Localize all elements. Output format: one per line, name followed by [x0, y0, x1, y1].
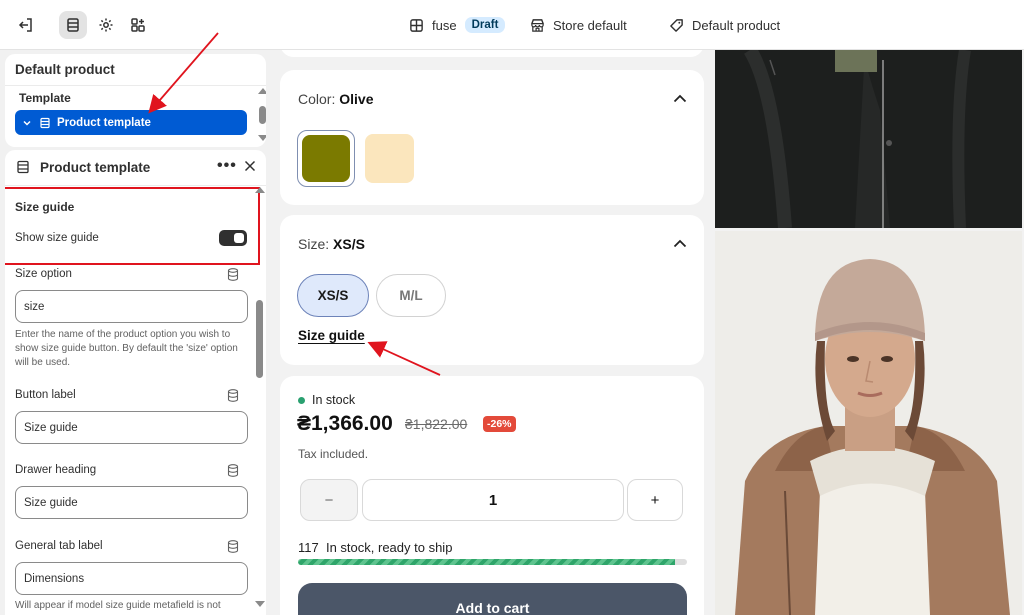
- size-guide-highlight-box: [5, 187, 260, 265]
- apps-button[interactable]: [124, 11, 152, 39]
- section-settings-panel: Product template ••• Size guide Show siz…: [5, 150, 266, 615]
- add-to-cart-button[interactable]: Add to cart: [298, 583, 687, 615]
- product-label: Default product: [692, 17, 781, 33]
- store-icon: [531, 18, 544, 32]
- inventory-progress-fill: [298, 559, 676, 565]
- color-option-card: Color: Olive: [280, 70, 704, 205]
- panel-title: Default product: [15, 62, 115, 77]
- draft-badge: Draft: [464, 17, 506, 33]
- model-photo: [715, 231, 1022, 615]
- size-option-label: Size option: [15, 268, 72, 280]
- size-option-help: Enter the name of the product option you…: [15, 329, 238, 368]
- more-actions-icon[interactable]: •••: [217, 158, 237, 174]
- color-option-label: Color: Olive: [298, 91, 374, 107]
- size-option-label: Size: XS/S: [298, 236, 365, 252]
- button-label-input[interactable]: Size guide: [15, 411, 248, 444]
- scroll-up-arrow[interactable]: [258, 88, 266, 94]
- scrollbar-thumb[interactable]: [259, 106, 266, 124]
- size-option-xs-s[interactable]: XS/S: [297, 274, 369, 317]
- previous-card: [280, 50, 704, 57]
- editor-topbar: fuse Draft Store default Default product: [0, 0, 1024, 50]
- dynamic-source-icon[interactable]: [227, 268, 239, 281]
- size-option-input[interactable]: size: [15, 290, 248, 323]
- chevron-up-icon[interactable]: [673, 94, 687, 103]
- panel-header: Product template •••: [5, 150, 266, 185]
- theme-icon: [410, 18, 423, 32]
- store-preview: Color: Olive Size: XS/S XS/S M/L Size gu…: [270, 50, 1024, 615]
- chevron-down-icon[interactable]: [21, 117, 33, 129]
- size-option-card: Size: XS/S XS/S M/L Size guide: [280, 215, 704, 365]
- discount-badge: -26%: [483, 416, 516, 432]
- dynamic-source-icon[interactable]: [227, 464, 239, 477]
- product-image-model-front[interactable]: [715, 231, 1022, 615]
- size-guide-link[interactable]: Size guide: [298, 328, 365, 343]
- chevron-up-icon[interactable]: [673, 239, 687, 248]
- general-tab-label-label: General tab label: [15, 540, 103, 552]
- quantity-increase-button[interactable]: +: [627, 479, 683, 521]
- selected-size: XS/S: [333, 236, 365, 252]
- stock-status: In stock: [312, 393, 356, 407]
- show-size-guide-label: Show size guide: [15, 232, 99, 244]
- close-icon[interactable]: [243, 159, 257, 173]
- dynamic-source-icon[interactable]: [227, 389, 239, 402]
- quantity-decrease-button[interactable]: −: [300, 479, 358, 521]
- jacket-photo: [715, 50, 1022, 228]
- sections-icon: [67, 18, 79, 32]
- dynamic-source-icon[interactable]: [227, 540, 239, 553]
- scroll-up-arrow[interactable]: [255, 187, 265, 193]
- template-item-label: Product template: [57, 116, 151, 129]
- show-size-guide-toggle[interactable]: [219, 230, 247, 246]
- theme-selector[interactable]: fuse Draft: [409, 0, 506, 50]
- template-icon: [17, 160, 29, 174]
- tag-icon: [670, 18, 683, 32]
- inventory-text: 117 In stock, ready to ship: [298, 540, 452, 555]
- template-item-product-template[interactable]: Product template: [15, 110, 247, 135]
- selected-color: Olive: [339, 91, 374, 107]
- template-icon: [40, 117, 50, 128]
- template-picker-panel: Default product Template Product templat…: [5, 54, 266, 147]
- current-price: ₴1,366.00: [297, 412, 393, 435]
- theme-name: fuse: [432, 17, 457, 33]
- size-guide-heading: Size guide: [15, 200, 75, 214]
- panel-header-title: Product template: [40, 160, 151, 175]
- inventory-count: 117: [298, 540, 319, 555]
- drawer-heading-input[interactable]: Size guide: [15, 486, 248, 519]
- quantity-input[interactable]: 1: [362, 479, 624, 521]
- general-tab-help: Will appear if model size guide metafiel…: [15, 600, 221, 611]
- template-group-label: Template: [19, 91, 71, 105]
- divider: [5, 185, 266, 186]
- purchase-card: In stock ₴1,366.00 ₴1,822.00 -26% Tax in…: [280, 376, 704, 615]
- drawer-heading-label: Drawer heading: [15, 464, 97, 476]
- color-swatch-cream[interactable]: [365, 134, 414, 183]
- scrollbar-thumb[interactable]: [256, 300, 263, 378]
- gear-icon: [99, 18, 113, 32]
- tax-note: Tax included.: [298, 447, 369, 461]
- scroll-down-arrow[interactable]: [258, 135, 266, 141]
- exit-icon: [18, 18, 32, 32]
- store-label: Store default: [553, 17, 627, 33]
- store-selector[interactable]: Store default: [530, 0, 627, 50]
- button-label-label: Button label: [15, 389, 76, 401]
- sections-button[interactable]: [59, 11, 87, 39]
- exit-button[interactable]: [12, 11, 40, 39]
- inventory-message: In stock, ready to ship: [325, 540, 453, 555]
- original-price: ₴1,822.00: [405, 416, 468, 432]
- theme-settings-button[interactable]: [92, 11, 120, 39]
- color-swatch-olive[interactable]: [302, 135, 350, 182]
- scroll-down-arrow[interactable]: [255, 601, 265, 607]
- apps-icon: [131, 18, 145, 32]
- product-image-jacket-closeup[interactable]: [715, 50, 1022, 228]
- size-option-m-l[interactable]: M/L: [376, 274, 446, 317]
- stock-status-dot: [298, 397, 305, 404]
- general-tab-label-input[interactable]: Dimensions: [15, 562, 248, 595]
- product-selector[interactable]: Default product: [669, 0, 780, 50]
- divider: [5, 85, 266, 86]
- toggle-knob: [234, 233, 244, 243]
- inventory-progress-bar: [298, 559, 687, 565]
